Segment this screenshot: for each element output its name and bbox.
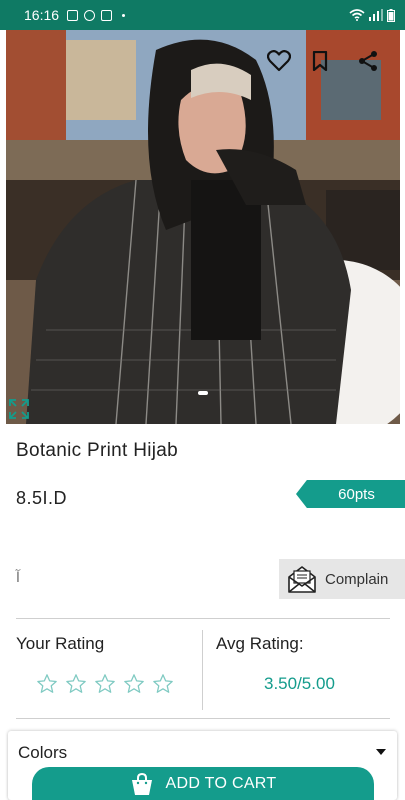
arabic-mark: آ xyxy=(16,570,20,586)
rating-stars[interactable] xyxy=(36,673,174,695)
star-icon[interactable] xyxy=(36,673,58,695)
bookmark-icon xyxy=(312,51,328,71)
complain-label: Complain xyxy=(325,570,389,588)
share-icon xyxy=(359,51,377,71)
status-time: 16:16 xyxy=(24,7,60,23)
app-notification-icon xyxy=(101,9,113,21)
shopping-bag-icon xyxy=(131,772,152,795)
bookmark-button[interactable] xyxy=(305,46,335,76)
sync-icon xyxy=(84,9,96,21)
wifi-icon xyxy=(349,9,365,21)
product-photo xyxy=(6,30,400,424)
star-icon[interactable] xyxy=(152,673,174,695)
rating-divider xyxy=(202,630,203,710)
battery-icon xyxy=(387,8,395,22)
status-bar: 16:16 xyxy=(0,0,405,30)
expand-icon[interactable] xyxy=(8,398,30,420)
notification-icons xyxy=(67,9,126,21)
heart-icon xyxy=(267,50,291,72)
star-icon[interactable] xyxy=(94,673,116,695)
avg-rating-label: Avg Rating: xyxy=(216,634,304,653)
add-to-cart-label: ADD TO CART xyxy=(165,774,277,792)
signal-icon xyxy=(369,9,383,21)
gallery-icon xyxy=(67,9,79,21)
avg-rating-value: 3.50/5.00 xyxy=(264,674,335,693)
envelope-icon xyxy=(288,566,316,593)
share-button[interactable] xyxy=(353,46,383,76)
colors-label: Colors xyxy=(18,743,68,762)
system-icons xyxy=(349,8,395,22)
product-image[interactable] xyxy=(6,30,400,424)
product-price: 8.5I.D xyxy=(16,488,68,508)
wishlist-button[interactable] xyxy=(264,46,294,76)
complain-button[interactable]: Complain xyxy=(279,559,405,599)
points-badge: 60pts xyxy=(296,480,405,508)
add-to-cart-button[interactable]: ADD TO CART xyxy=(32,767,374,800)
star-icon[interactable] xyxy=(65,673,87,695)
caret-down-icon xyxy=(376,749,386,755)
more-notifications-icon xyxy=(122,13,126,17)
your-rating-label: Your Rating xyxy=(16,634,105,653)
divider xyxy=(16,718,390,719)
star-icon[interactable] xyxy=(123,673,145,695)
product-title: Botanic Print Hijab xyxy=(16,440,178,461)
image-pager-dot xyxy=(198,391,208,395)
divider xyxy=(16,618,390,619)
